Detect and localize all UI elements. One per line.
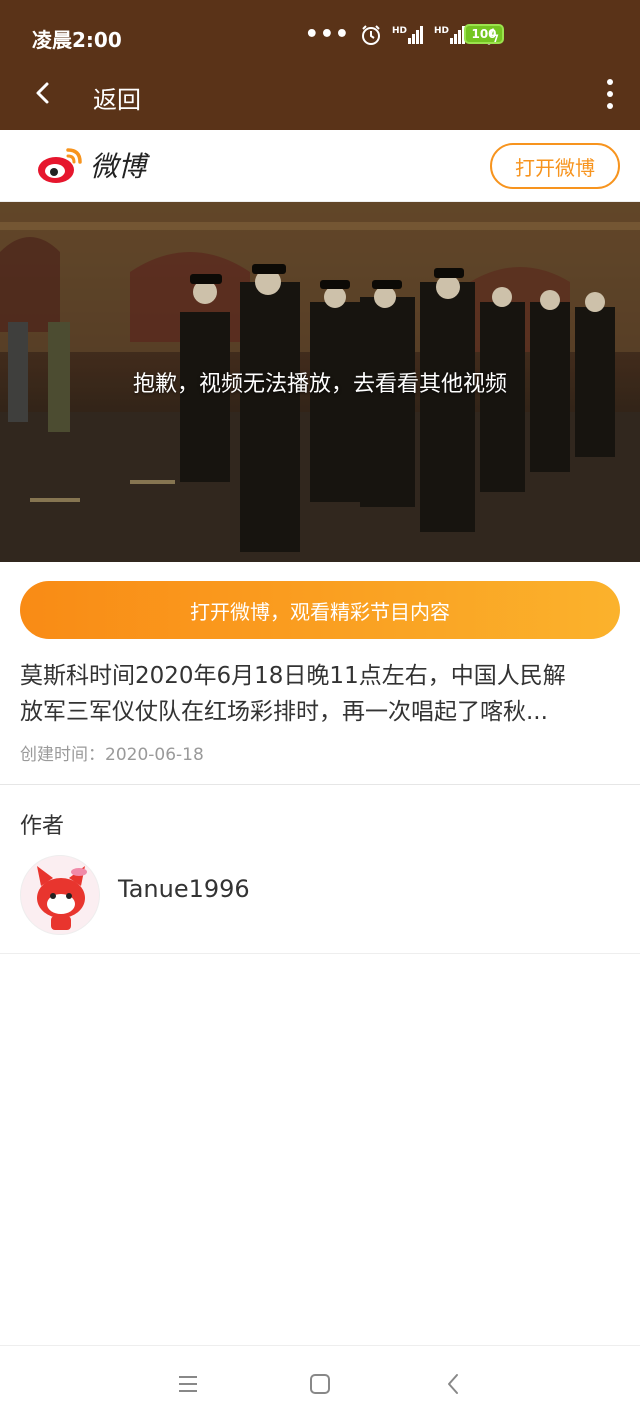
back-arrow-icon[interactable]	[28, 78, 58, 108]
author-section-label: 作者	[20, 814, 65, 839]
back-label[interactable]: 返回	[93, 80, 141, 115]
weibo-logo-icon	[38, 148, 82, 183]
created-time-label: 创建时间：	[20, 745, 105, 765]
alarm-icon	[361, 25, 380, 45]
divider	[0, 953, 640, 954]
post-description-line: 放军三军仪仗队在红场彩排时，再一次唱起了喀秋...	[20, 699, 548, 725]
author-name[interactable]: Tanue1996	[118, 875, 250, 903]
created-time: 创建时间：2020-06-18	[20, 740, 204, 765]
status-bar: 凌晨2:00 ••• HD HD 100 ϟ	[0, 0, 640, 62]
open-weibo-cta-button[interactable]: 打开微博，观看精彩节目内容	[20, 581, 620, 639]
video-error-message: 抱歉，视频无法播放，去看看其他视频	[132, 372, 507, 397]
avatar[interactable]	[20, 855, 100, 935]
weibo-logo: 微博	[36, 144, 146, 186]
fox-avatar-icon	[21, 856, 99, 934]
divider	[0, 784, 640, 785]
home-icon[interactable]	[308, 1372, 332, 1396]
status-time: 凌晨2:00	[32, 28, 122, 52]
open-weibo-button[interactable]: 打开微博	[490, 143, 620, 189]
post-description-line: 莫斯科时间2020年6月18日晚11点左右，中国人民解	[20, 663, 566, 689]
system-nav-bar	[0, 1345, 640, 1422]
signal-icon: HD	[434, 26, 466, 44]
back-nav-icon[interactable]	[442, 1372, 466, 1396]
more-notifications-icon: •••	[304, 22, 350, 47]
screen: 凌晨2:00 ••• HD HD 100 ϟ 返回 微博 打开微博 抱歉，视频无…	[0, 0, 640, 1422]
created-time-value: 2020-06-18	[105, 745, 204, 765]
signal-icon: HD	[392, 26, 424, 44]
charging-icon: ϟ	[488, 26, 500, 47]
weibo-header: 微博 打开微博	[0, 130, 640, 202]
app-bar: 返回	[0, 62, 640, 130]
menu-icon[interactable]	[176, 1372, 200, 1396]
weibo-logo-text: 微博	[90, 150, 147, 183]
post-description: 莫斯科时间2020年6月18日晚11点左右，中国人民解 放军三军仪仗队在红场彩排…	[20, 658, 624, 730]
more-menu-icon[interactable]	[600, 76, 620, 112]
video-player[interactable]: 抱歉，视频无法播放，去看看其他视频	[0, 202, 640, 562]
